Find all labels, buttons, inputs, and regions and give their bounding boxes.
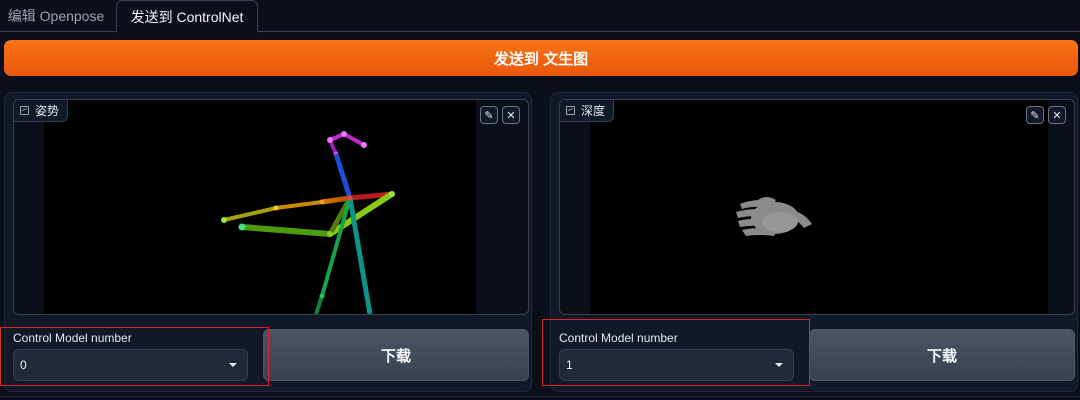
control-model-number-value: 1 xyxy=(566,358,573,372)
close-icon[interactable]: ✕ xyxy=(1048,106,1066,124)
openpose-skeleton-image xyxy=(221,131,395,314)
tab-label: 编辑 Openpose xyxy=(7,8,105,24)
tab-send-to-controlnet[interactable]: 发送到 ControlNet xyxy=(116,0,258,33)
tab-edit-openpose[interactable]: 编辑 Openpose xyxy=(0,0,112,32)
control-model-number-select[interactable]: 0 xyxy=(13,349,248,381)
divider xyxy=(0,396,1080,397)
image-icon xyxy=(20,106,29,115)
chevron-down-icon xyxy=(229,363,237,367)
control-model-number-value: 0 xyxy=(20,358,27,372)
tab-bar: 编辑 Openpose 发送到 ControlNet xyxy=(0,0,1080,33)
edit-icon[interactable]: ✎ xyxy=(480,106,498,124)
image-actions: ✎ ✕ xyxy=(480,106,520,124)
pose-panel: 姿势 ✎ ✕ Control Model number 0 下载 xyxy=(4,92,532,392)
depth-image-box: 深度 ✎ ✕ xyxy=(559,99,1075,315)
control-model-number-select[interactable]: 1 xyxy=(559,349,794,381)
control-model-number-label: Control Model number xyxy=(13,331,132,345)
depth-image-label: 深度 xyxy=(560,100,615,122)
pose-image xyxy=(44,100,476,314)
tab-label: 发送到 ControlNet xyxy=(130,8,244,25)
close-icon[interactable]: ✕ xyxy=(502,106,520,124)
pose-image-label: 姿势 xyxy=(14,100,69,122)
download-button[interactable]: 下载 xyxy=(263,329,529,381)
control-model-number-label: Control Model number xyxy=(559,331,678,345)
chevron-down-icon xyxy=(775,363,783,367)
depth-panel: 深度 ✎ ✕ Control Model number 1 下载 xyxy=(550,92,1078,392)
download-button[interactable]: 下载 xyxy=(809,329,1075,381)
image-actions: ✎ ✕ xyxy=(1026,106,1066,124)
edit-icon[interactable]: ✎ xyxy=(1026,106,1044,124)
image-label-text: 姿势 xyxy=(35,104,60,118)
image-icon xyxy=(566,106,575,115)
depth-hand-image xyxy=(736,197,812,236)
control-model-number: Control Model number 1 xyxy=(551,329,807,385)
send-to-txt2img-button[interactable]: 发送到 文生图 xyxy=(4,40,1078,76)
image-label-text: 深度 xyxy=(581,104,606,118)
control-model-number: Control Model number 0 xyxy=(5,329,261,385)
pose-image-box: 姿势 ✎ ✕ xyxy=(13,99,529,315)
depth-image xyxy=(590,100,1048,314)
